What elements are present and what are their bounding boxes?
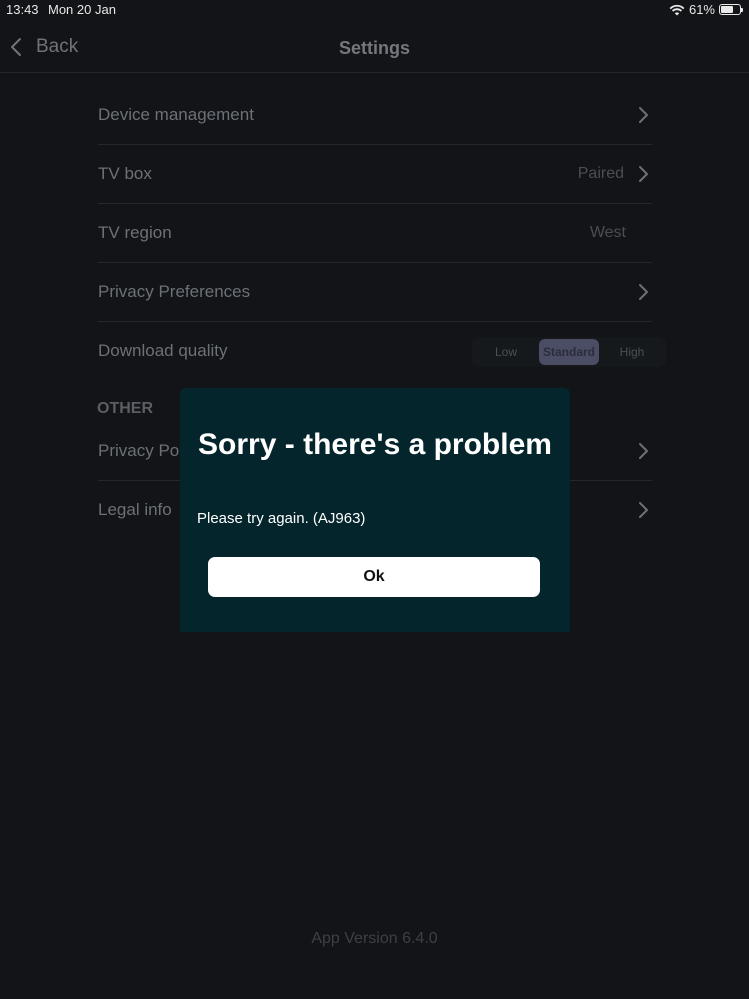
settings-row-download-quality: Download quality Low Standard High <box>98 322 666 380</box>
app-version: App Version 6.4.0 <box>311 930 438 947</box>
nav-bar: Back Settings <box>0 28 749 73</box>
chevron-right-icon <box>639 284 648 300</box>
status-time: 13:43 <box>6 2 39 17</box>
wifi-icon <box>669 4 685 15</box>
quality-option-low[interactable]: Low <box>476 339 536 365</box>
settings-list: Device management TV box Paired TV regio… <box>98 86 666 380</box>
row-value: Paired <box>577 165 624 182</box>
battery-percent: 61% <box>688 2 715 17</box>
quality-option-standard[interactable]: Standard <box>539 339 599 365</box>
status-date: Mon 20 Jan <box>48 2 116 17</box>
row-value: West <box>589 224 626 241</box>
row-label: TV box <box>98 164 152 183</box>
status-bar: 13:43 Mon 20 Jan 61% <box>0 0 749 20</box>
section-header-other: OTHER <box>97 400 153 417</box>
battery-icon <box>719 4 743 15</box>
row-label: Privacy Preferences <box>98 282 251 301</box>
quality-option-high[interactable]: High <box>602 339 662 365</box>
row-label: TV region <box>98 223 172 242</box>
ok-button[interactable]: Ok <box>208 557 540 597</box>
chevron-right-icon <box>639 107 648 123</box>
status-right: 61% <box>669 2 743 17</box>
row-label: Device management <box>98 105 254 124</box>
page-title: Settings <box>338 38 410 58</box>
download-quality-segmented-control: Low Standard High <box>472 337 666 367</box>
error-dialog: Sorry - there's a problem Please try aga… <box>180 388 570 632</box>
settings-row-device-management[interactable]: Device management <box>98 86 652 145</box>
settings-row-tv-box[interactable]: TV box Paired <box>98 145 652 204</box>
dialog-message: Please try again. (AJ963) <box>197 510 366 527</box>
dialog-title: Sorry - there's a problem <box>198 428 552 461</box>
settings-row-privacy-preferences[interactable]: Privacy Preferences <box>98 263 652 322</box>
chevron-right-icon <box>639 443 648 459</box>
chevron-right-icon <box>639 166 648 182</box>
settings-row-tv-region: TV region West <box>98 204 652 263</box>
chevron-right-icon <box>639 502 648 518</box>
